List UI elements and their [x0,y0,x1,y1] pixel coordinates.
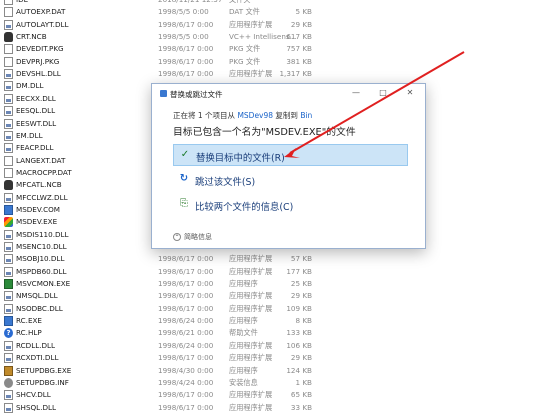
arrow-line [289,51,465,154]
annotation-arrow [284,51,465,158]
